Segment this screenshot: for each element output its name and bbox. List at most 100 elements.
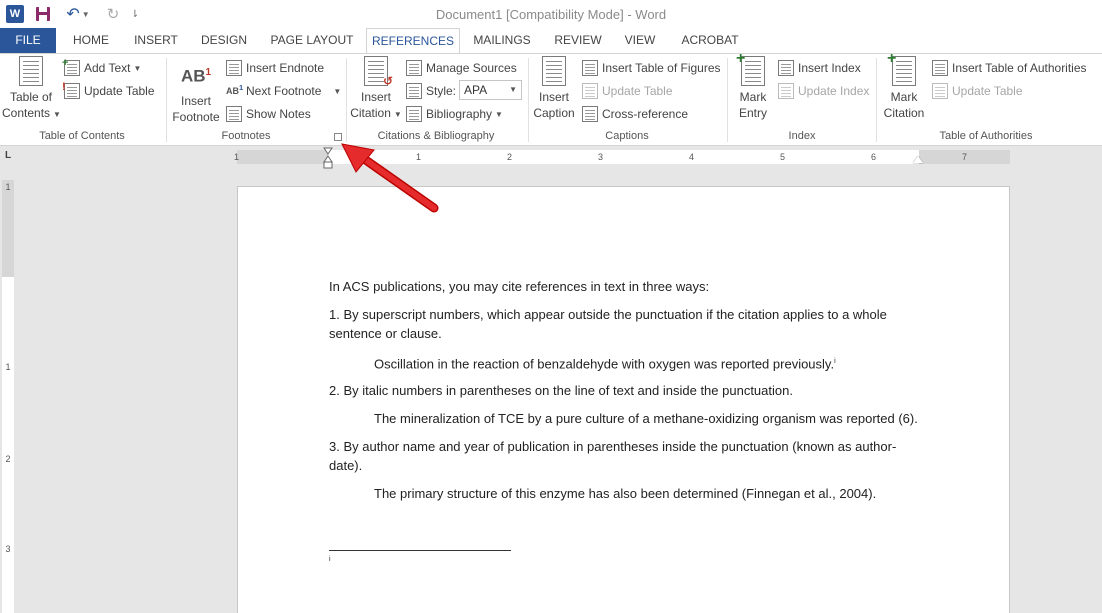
group-label-captions: Captions (605, 130, 649, 142)
tab-file[interactable]: FILE (0, 28, 56, 53)
update-authorities-table-button[interactable]: Update Table (932, 81, 1023, 101)
insert-table-of-authorities-button[interactable]: Insert Table of Authorities (932, 58, 1087, 78)
bibliography-label: Bibliography (426, 107, 493, 121)
paragraph-quote[interactable]: The mineralization of TCE by a pure cult… (374, 409, 918, 428)
manage-sources-button[interactable]: Manage Sources (406, 58, 517, 78)
add-text-button[interactable]: + Add Text ▼ (62, 57, 141, 78)
window-title: Document1 [Compatibility Mode] - Word (435, 7, 667, 22)
ruler-left-margin (237, 150, 328, 164)
tab-review[interactable]: REVIEW (548, 28, 608, 53)
mark-citation-label-2: Citation (883, 106, 925, 120)
title-bar: W ↶ ▼ ↻ ⇂ Document1 [Compatibility Mode] … (0, 0, 1102, 28)
update-table-button[interactable]: ! Update Table (62, 81, 155, 101)
tab-page-layout[interactable]: PAGE LAYOUT (263, 28, 361, 53)
ruler-number: 1 (234, 152, 240, 162)
show-notes-label: Show Notes (246, 107, 311, 121)
insert-caption-label-2: Caption (533, 106, 575, 120)
footnote-reference: i (834, 358, 836, 365)
tab-view[interactable]: VIEW (616, 28, 664, 53)
next-footnote-label: Next Footnote (246, 84, 322, 98)
paragraph-quote[interactable]: The primary structure of this enzyme has… (374, 484, 876, 503)
mark-entry-label: Mark (739, 90, 767, 104)
ruler-number: 7 (962, 152, 968, 162)
quote-text: Oscillation in the reaction of benzaldeh… (374, 356, 835, 372)
mark-entry-icon: + (736, 51, 765, 86)
table-of-contents-icon (19, 56, 43, 86)
footnote-marker[interactable]: i (329, 555, 331, 565)
paragraph[interactable]: 3. By author name and year of publicatio… (329, 437, 896, 456)
manage-sources-icon (406, 60, 422, 76)
insert-endnote-label: Insert Endnote (246, 61, 325, 75)
update-table-label: Update Table (84, 84, 155, 98)
add-text-label: Add Text (84, 61, 131, 75)
show-notes-button[interactable]: Show Notes (226, 104, 311, 124)
insert-caption-button[interactable]: Insert Caption (530, 56, 578, 121)
citation-style-dropdown[interactable]: APA ▼ (459, 80, 522, 100)
citation-style-value: APA (464, 83, 488, 97)
group-label-index: Index (788, 130, 816, 142)
update-authorities-table-icon (932, 83, 948, 99)
next-footnote-icon: AB1 (226, 83, 244, 96)
tab-insert[interactable]: INSERT (127, 28, 185, 53)
update-table-figures-label: Update Table (602, 84, 673, 98)
cross-reference-icon (582, 106, 598, 122)
update-index-button[interactable]: Update Index (778, 81, 869, 101)
mark-entry-button[interactable]: + Mark Entry (731, 51, 775, 121)
paragraph[interactable]: In ACS publications, you may cite refere… (329, 277, 709, 296)
tab-home[interactable]: HOME (63, 28, 119, 53)
group-label-table-of-authorities: Table of Authorities (939, 130, 1033, 142)
ruler-number: 1 (5, 362, 11, 372)
document-page[interactable]: In ACS publications, you may cite refere… (237, 186, 1010, 613)
table-of-contents-button[interactable]: Table of Contents ▼ (2, 56, 61, 123)
add-text-icon: + (62, 57, 80, 76)
insert-footnote-icon: AB1 (180, 66, 212, 86)
annotation-arrow-icon (341, 143, 439, 213)
tab-mailings[interactable]: MAILINGS (466, 28, 538, 53)
paragraph-quote[interactable]: Oscillation in the reaction of benzaldeh… (374, 352, 836, 373)
next-footnote-button[interactable]: AB1 Next Footnote ▼ (226, 81, 341, 101)
update-table-figures-button[interactable]: Update Table (582, 81, 673, 101)
show-notes-icon (226, 106, 242, 122)
insert-endnote-button[interactable]: Insert Endnote (226, 58, 324, 78)
manage-sources-label: Manage Sources (426, 61, 517, 75)
bibliography-icon (406, 106, 422, 122)
update-table-icon: ! (62, 81, 80, 99)
insert-caption-icon (542, 56, 566, 86)
ruler-number: 2 (5, 454, 11, 464)
paragraph[interactable]: 1. By superscript numbers, which appear … (329, 305, 887, 324)
insert-index-label: Insert Index (798, 61, 861, 75)
table-of-figures-icon (582, 60, 598, 76)
insert-citation-button[interactable]: ↺ Insert Citation ▼ (350, 56, 402, 123)
group-label-table-of-contents: Table of Contents (39, 130, 125, 142)
style-label: Style: (426, 84, 457, 98)
tab-selector[interactable]: L (2, 150, 14, 162)
insert-table-of-authorities-label: Insert Table of Authorities (952, 61, 1087, 75)
cross-reference-button[interactable]: Cross-reference (582, 104, 688, 124)
mark-citation-button[interactable]: + Mark Citation (879, 51, 929, 121)
vertical-ruler[interactable]: 1 1 2 3 (2, 180, 14, 613)
style-icon (406, 83, 422, 99)
group-label-footnotes: Footnotes (221, 130, 271, 142)
ruler-number: 2 (507, 152, 513, 162)
paragraph[interactable]: sentence or clause. (329, 324, 442, 343)
ruler-number: 3 (5, 544, 11, 554)
mark-citation-label: Mark (890, 90, 918, 104)
insert-footnote-button[interactable]: AB1 Insert Footnote (170, 56, 222, 125)
insert-table-of-figures-label: Insert Table of Figures (602, 61, 721, 75)
insert-index-button[interactable]: Insert Index (778, 58, 861, 78)
tab-design[interactable]: DESIGN (193, 28, 255, 53)
insert-table-of-figures-button[interactable]: Insert Table of Figures (582, 58, 721, 78)
tab-references[interactable]: REFERENCES (366, 28, 460, 54)
insert-footnote-label-2: Footnote (172, 110, 220, 124)
insert-caption-label: Insert (538, 90, 569, 104)
insert-footnote-label: Insert (180, 94, 211, 108)
update-table-figures-icon (582, 83, 598, 99)
paragraph[interactable]: 2. By italic numbers in parentheses on t… (329, 381, 793, 400)
bibliography-button[interactable]: Bibliography ▼ (406, 104, 503, 124)
style-control: Style: (406, 81, 456, 101)
insert-index-icon (778, 60, 794, 76)
right-indent-marker-icon[interactable] (913, 156, 923, 163)
ruler-number: 5 (780, 152, 786, 162)
insert-citation-icon: ↺ (364, 56, 393, 88)
paragraph[interactable]: date). (329, 456, 362, 475)
